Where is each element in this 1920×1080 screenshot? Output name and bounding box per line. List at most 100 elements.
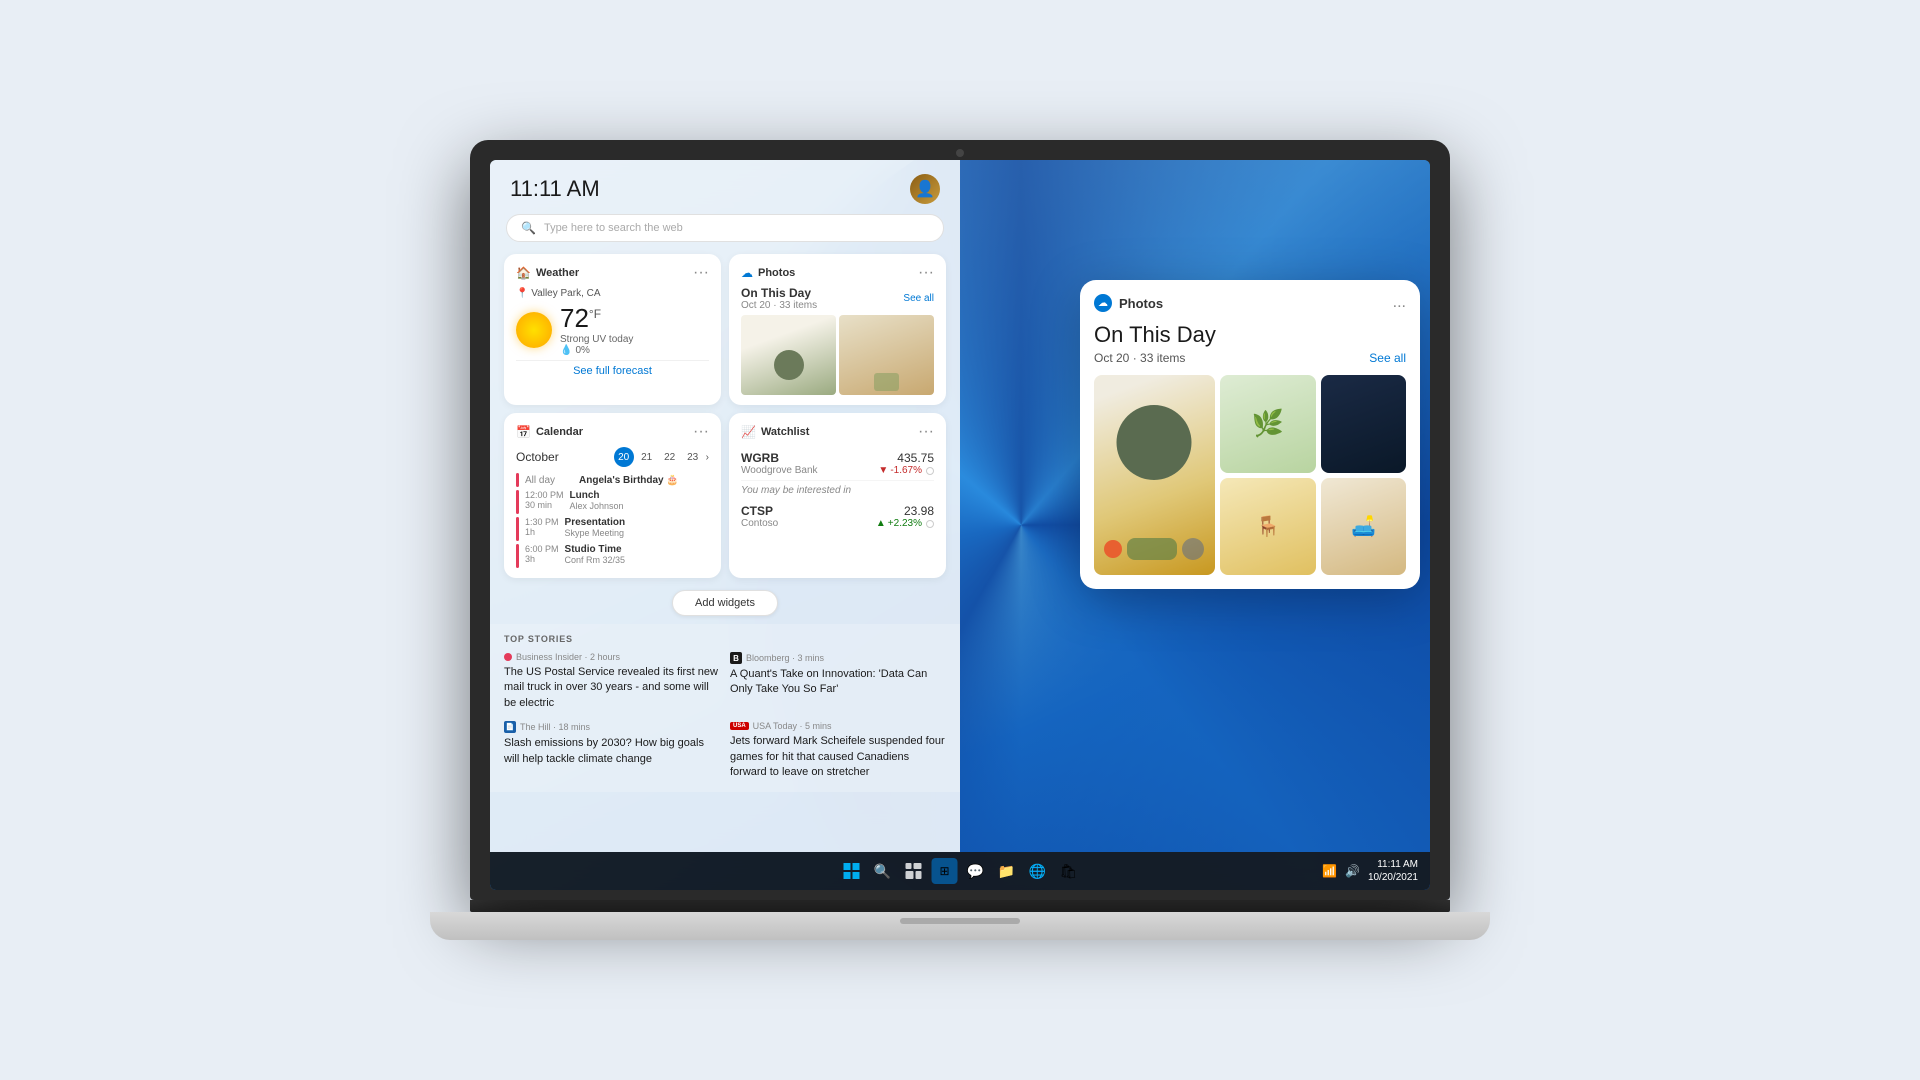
add-widgets-row: Add widgets — [490, 582, 960, 624]
watchlist-icon: 📈 — [741, 425, 756, 439]
news-item-1[interactable]: Business Insider · 2 hours The US Postal… — [504, 652, 720, 711]
watchlist-item-wgrb: WGRB Woodgrove Bank 435.75 ▼-1.67% — [741, 447, 934, 481]
taskbar-start[interactable] — [839, 858, 865, 884]
chat-icon: 💬 — [967, 863, 984, 880]
cal-event-lunch: 12:00 PM 30 min Lunch Alex Johnson — [516, 490, 709, 514]
taskbar-widgets[interactable]: ⊞ — [932, 858, 958, 884]
cal-day-21[interactable]: 21 — [637, 447, 657, 467]
weather-description: Strong UV today — [560, 334, 633, 345]
cal-event-allday: All day Angela's Birthday 🎂 — [516, 473, 709, 487]
taskbar-network-icon: 📶 — [1322, 864, 1337, 878]
photos-exp-title: Photos — [1119, 296, 1163, 311]
laptop-base — [430, 912, 1490, 940]
watchlist-widget: 📈 Watchlist ··· WGRB Woodgrove Bank — [729, 413, 946, 578]
news-item-4[interactable]: USA USA Today · 5 mins Jets forward Mark… — [730, 721, 946, 780]
laptop-screen: 11:11 AM 👤 🔍 Type here to search the web — [490, 160, 1430, 890]
search-icon: 🔍 — [521, 221, 536, 235]
photo-thumb-2[interactable] — [839, 315, 934, 395]
news-item-3[interactable]: 📄 The Hill · 18 mins Slash emissions by … — [504, 721, 720, 780]
photos-exp-cloud-icon: ☁ — [1094, 294, 1112, 312]
weather-location-icon: 📍 — [516, 288, 528, 299]
windows-logo-icon — [844, 863, 860, 879]
weather-precip: 0% — [575, 345, 589, 356]
widgets-panel: 11:11 AM 👤 🔍 Type here to search the web — [490, 160, 960, 852]
news-headline-4: Jets forward Mark Scheifele suspended fo… — [730, 734, 946, 780]
cal-event-presentation: 1:30 PM 1h Presentation Skype Meeting — [516, 517, 709, 541]
cal-day-22[interactable]: 22 — [660, 447, 680, 467]
calendar-widget: 📅 Calendar ··· October 20 21 22 23 — [504, 413, 721, 578]
taskbar-time: 11:11 AM — [1368, 858, 1418, 871]
laptop-bezel: 11:11 AM 👤 🔍 Type here to search the web — [470, 140, 1450, 900]
cal-event-studio: 6:00 PM 3h Studio Time Conf Rm 32/35 — [516, 544, 709, 568]
news-section: TOP STORIES Business Insider · 2 hours T… — [490, 624, 960, 792]
photo-exp-dark[interactable] — [1321, 375, 1406, 473]
photos-exp-meta: Oct 20 · 33 items — [1094, 351, 1185, 365]
news-headline-1: The US Postal Service revealed its first… — [504, 665, 720, 711]
laptop-hinge — [470, 900, 1450, 912]
photo-thumb-1[interactable] — [741, 315, 836, 395]
user-avatar[interactable]: 👤 — [910, 174, 940, 204]
taskbar-clock[interactable]: 11:11 AM 10/20/2021 — [1368, 858, 1418, 884]
folder-icon: 📁 — [998, 863, 1015, 880]
weather-forecast-link[interactable]: See full forecast — [516, 360, 709, 377]
taskbar-explorer[interactable]: 📁 — [994, 858, 1020, 884]
photos-section-title: On This Day — [741, 286, 817, 300]
current-time: 11:11 AM — [510, 176, 600, 202]
news-headline-3: Slash emissions by 2030? How big goals w… — [504, 736, 720, 767]
taskbar-chat[interactable]: 💬 — [963, 858, 989, 884]
photo-exp-main[interactable] — [1094, 375, 1215, 575]
task-view-icon — [906, 863, 922, 879]
weather-title: Weather — [536, 267, 579, 279]
photos-exp-grid: 🌿 🪑 🛋️ — [1094, 375, 1406, 575]
taskbar-search[interactable]: 🔍 — [870, 858, 896, 884]
taskbar-taskview[interactable] — [901, 858, 927, 884]
widgets-header: 11:11 AM 👤 — [490, 160, 960, 210]
photos-see-all[interactable]: See all — [903, 293, 934, 304]
photo-exp-cushion[interactable]: 🪑 — [1220, 478, 1317, 576]
laptop-container: 11:11 AM 👤 🔍 Type here to search the web — [430, 140, 1490, 940]
search-icon: 🔍 — [874, 863, 891, 880]
cal-day-20[interactable]: 20 — [614, 447, 634, 467]
photo-exp-plants[interactable]: 🌿 — [1220, 375, 1317, 473]
calendar-month: October — [516, 450, 559, 464]
watchlist-item-ctsp: CTSP Contoso 23.98 ▲+2.23% — [741, 500, 934, 533]
edge-icon: 🌐 — [1029, 863, 1046, 880]
weather-widget: 🏠 Weather ··· 📍 Valley Park, CA — [504, 254, 721, 405]
photos-grid — [741, 315, 934, 395]
taskbar-sound-icon: 🔊 — [1345, 864, 1360, 878]
calendar-events: All day Angela's Birthday 🎂 12:00 PM 30 … — [516, 473, 709, 568]
store-icon: 🛍 — [1060, 863, 1078, 880]
weather-sun-icon — [516, 312, 552, 348]
news-headline-2: A Quant's Take on Innovation: 'Data Can … — [730, 667, 946, 698]
add-widgets-button[interactable]: Add widgets — [672, 590, 778, 616]
photos-expanded-card: ☁ Photos ... On This Day Oct 20 · 33 ite… — [1080, 280, 1420, 589]
news-label: TOP STORIES — [504, 630, 946, 644]
watchlist-interest-label: You may be interested in — [741, 481, 934, 500]
calendar-icon: 📅 — [516, 425, 531, 439]
weather-more-icon[interactable]: ··· — [693, 264, 709, 282]
photos-exp-more[interactable]: ... — [1393, 294, 1406, 312]
photos-date: Oct 20 · 33 items — [741, 300, 817, 311]
calendar-title: Calendar — [536, 426, 583, 438]
news-item-2[interactable]: B Bloomberg · 3 mins A Quant's Take on I… — [730, 652, 946, 711]
search-bar[interactable]: 🔍 Type here to search the web — [506, 214, 944, 242]
watchlist-title: Watchlist — [761, 426, 810, 438]
photos-widget: ☁ Photos ··· On This Day Oct 20 · 33 ite… — [729, 254, 946, 405]
photos-widget-title: Photos — [758, 267, 795, 279]
photos-more-icon[interactable]: ··· — [918, 264, 934, 282]
calendar-more-icon[interactable]: ··· — [693, 423, 709, 441]
weather-icon: 🏠 — [516, 266, 531, 280]
photos-exp-see-all[interactable]: See all — [1369, 351, 1406, 365]
taskbar-date: 10/20/2021 — [1368, 871, 1418, 884]
taskbar: 🔍 ⊞ 💬 — [490, 852, 1430, 890]
camera — [956, 149, 964, 157]
watchlist-more-icon[interactable]: ··· — [918, 423, 934, 441]
taskbar-store[interactable]: 🛍 — [1056, 858, 1082, 884]
photo-exp-wicker[interactable]: 🛋️ — [1321, 478, 1406, 576]
weather-unit: °F — [589, 307, 601, 321]
photos-exp-section: On This Day — [1094, 322, 1406, 348]
search-placeholder: Type here to search the web — [544, 222, 683, 234]
weather-location: Valley Park, CA — [531, 288, 600, 299]
cal-day-23[interactable]: 23 — [683, 447, 703, 467]
taskbar-edge[interactable]: 🌐 — [1025, 858, 1051, 884]
